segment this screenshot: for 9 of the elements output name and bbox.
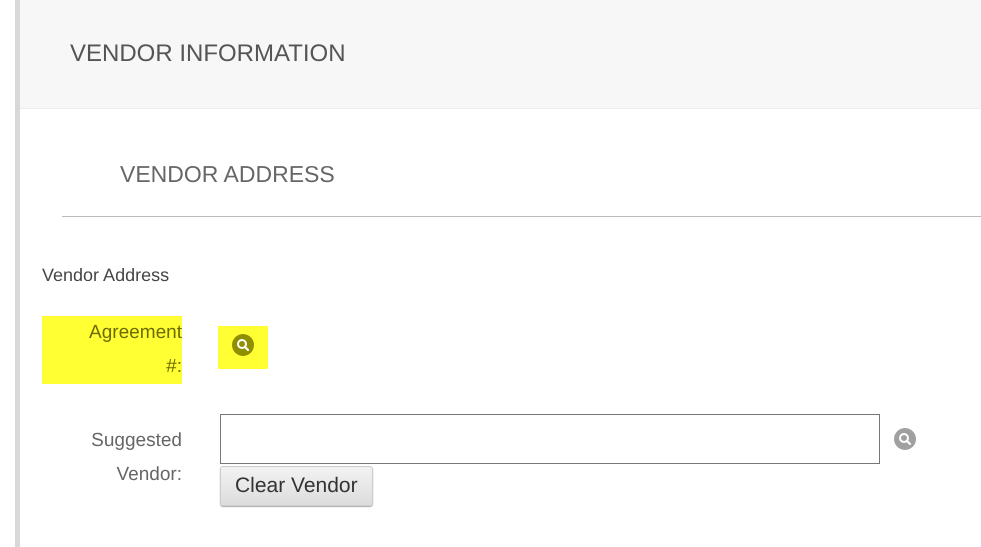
search-icon[interactable] (894, 428, 916, 450)
section-title: VENDOR INFORMATION (70, 40, 346, 68)
field-label: Agreement #: (42, 316, 182, 384)
subsection-title: VENDOR ADDRESS (120, 161, 335, 187)
group-label: Vendor Address (42, 265, 170, 286)
field-label: Suggested Vendor: (90, 429, 182, 487)
input-field[interactable] (220, 414, 880, 464)
search-icon[interactable] (232, 334, 254, 356)
clear-vendor-button[interactable]: Clear Vendor (220, 466, 373, 506)
